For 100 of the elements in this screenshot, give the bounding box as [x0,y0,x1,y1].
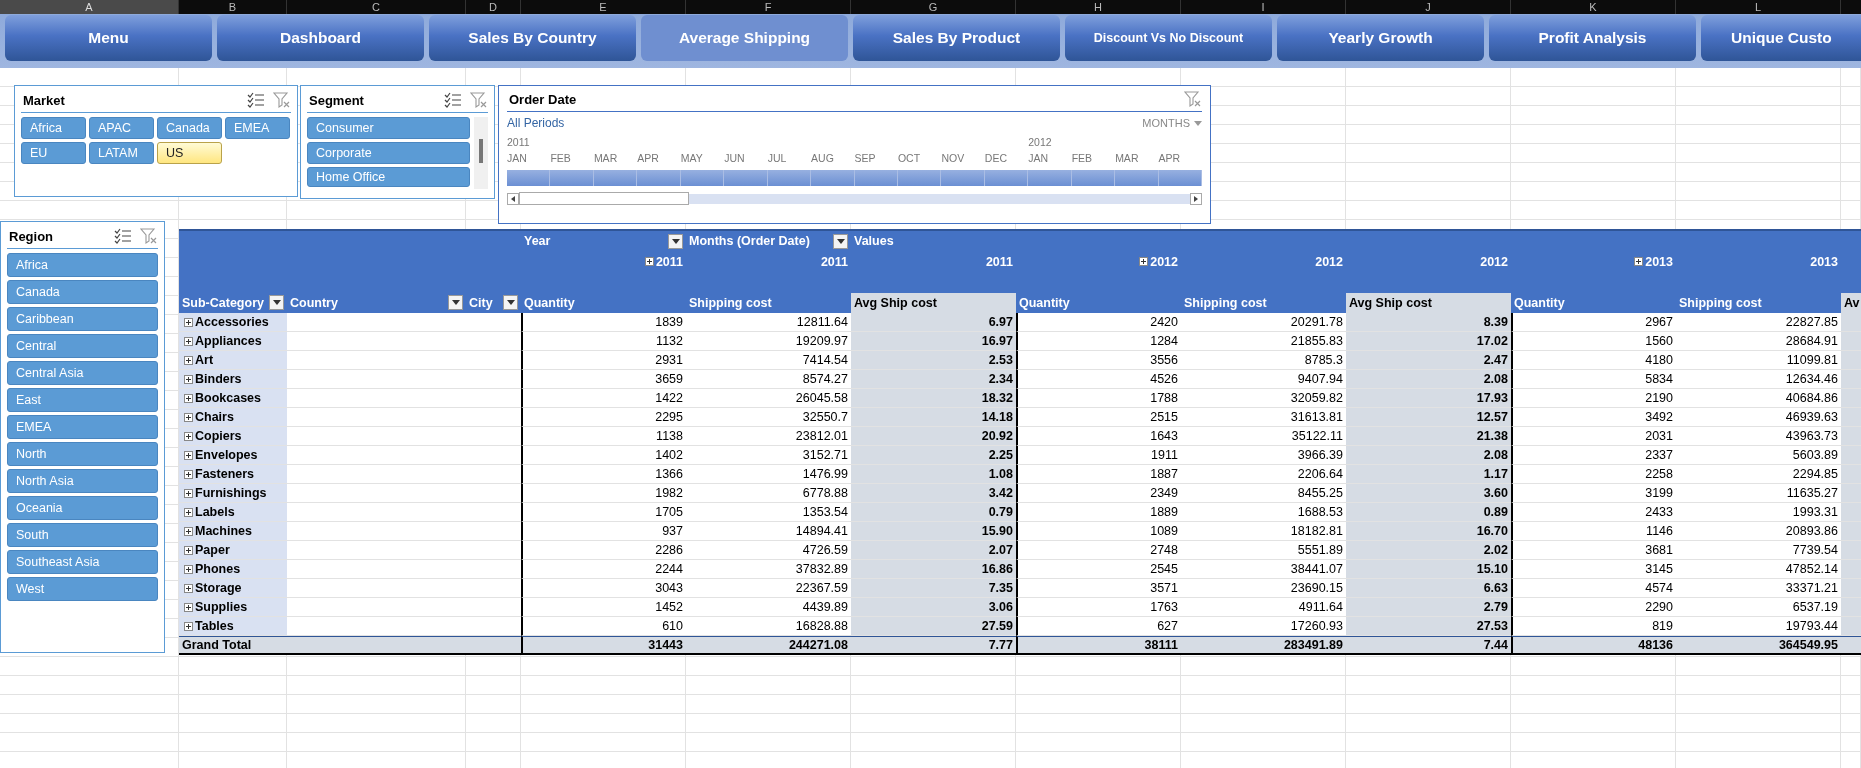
table-cell: 1705 [521,503,686,522]
slicer-item[interactable]: Caribbean [7,307,158,331]
row-label[interactable]: Copiers [195,429,242,443]
table-cell [466,503,521,522]
slicer-item[interactable]: North [7,442,158,466]
expand-icon[interactable] [184,450,193,460]
expand-icon[interactable] [184,507,193,517]
slicer-item[interactable]: Canada [7,280,158,304]
filter-dropdown-button[interactable] [269,295,284,311]
nav-button[interactable]: Menu [5,15,212,61]
row-label[interactable]: Furnishings [195,486,267,500]
caret-icon[interactable] [836,238,845,244]
nav-button[interactable]: Discount Vs No Discount [1065,15,1272,61]
slicer-item[interactable]: East [7,388,158,412]
nav-button[interactable]: Dashboard [217,15,424,61]
expand-icon[interactable] [184,431,193,441]
expand-icon[interactable] [184,374,193,384]
slicer-item[interactable]: Southeast Asia [7,550,158,574]
clear-filter-icon[interactable] [1184,91,1202,107]
time-level-dropdown[interactable]: MONTHS [1142,117,1190,129]
slicer-item[interactable]: APAC [89,117,154,139]
filter-dropdown-button[interactable] [503,295,518,311]
row-label[interactable]: Tables [195,619,234,633]
expand-icon[interactable] [184,583,193,593]
filter-dropdown-button[interactable] [833,233,848,249]
multi-select-icon[interactable] [114,228,132,244]
scrollbar[interactable] [474,117,488,189]
expand-icon[interactable] [184,602,193,612]
slicer-item[interactable]: Corporate [307,142,470,164]
row-label[interactable]: Machines [195,524,252,538]
expand-icon[interactable] [1634,257,1644,267]
nav-button[interactable]: Average Shipping [641,15,848,61]
row-label[interactable]: Bookcases [195,391,261,405]
expand-icon[interactable] [1139,257,1149,267]
slicer-item[interactable]: Oceania [7,496,158,520]
row-label[interactable]: Labels [195,505,235,519]
slicer-item[interactable]: EU [21,142,86,164]
nav-button[interactable]: Unique Custo [1701,15,1861,61]
expand-icon[interactable] [184,317,193,327]
slicer-item[interactable]: Central [7,334,158,358]
slicer-item[interactable]: North Asia [7,469,158,493]
nav-button[interactable]: Profit Analysis [1489,15,1696,61]
slicer-item[interactable]: EMEA [225,117,290,139]
row-label[interactable]: Storage [195,581,242,595]
expand-icon[interactable] [184,393,193,403]
slicer-item[interactable]: LATAM [89,142,154,164]
row-label[interactable]: Fasteners [195,467,255,481]
slicer-item[interactable]: Canada [157,117,222,139]
table-cell: 2433 [1511,503,1676,522]
caret-icon[interactable] [451,300,460,306]
row-label[interactable]: Art [195,353,214,367]
row-label[interactable]: Envelopes [195,448,258,462]
row-label[interactable]: Chairs [195,410,234,424]
row-label[interactable]: Supplies [195,600,248,614]
clear-filter-icon[interactable] [273,92,291,108]
row-label[interactable]: Paper [195,543,230,557]
expand-icon[interactable] [184,336,193,346]
scroll-left-button[interactable] [507,193,519,205]
clear-filter-icon[interactable] [470,92,488,108]
multi-select-icon[interactable] [247,92,265,108]
filter-dropdown-button[interactable] [448,295,463,311]
slicer-item[interactable]: Home Office [307,167,470,187]
expand-icon[interactable] [184,545,193,555]
slicer-item[interactable]: Consumer [307,117,470,139]
month-label: MAR [593,152,618,164]
scroll-right-button[interactable] [1190,193,1202,205]
row-label[interactable]: Binders [195,372,242,386]
slicer-item[interactable]: US [157,142,222,164]
row-label[interactable]: Appliances [195,334,262,348]
month-label: JUN [724,152,745,164]
slicer-item[interactable]: EMEA [7,415,158,439]
slicer-item[interactable]: Central Asia [7,361,158,385]
multi-select-icon[interactable] [444,92,462,108]
nav-button[interactable]: Yearly Growth [1277,15,1484,61]
caret-icon[interactable] [671,238,680,244]
filter-dropdown-button[interactable] [668,233,683,249]
slicer-item[interactable]: South [7,523,158,547]
nav-button[interactable]: Sales By Product [853,15,1060,61]
slicer-item[interactable]: Africa [21,117,86,139]
expand-icon[interactable] [184,355,193,365]
scrollbar[interactable] [519,194,1190,204]
expand-icon[interactable] [184,526,193,536]
nav-button[interactable]: Sales By Country [429,15,636,61]
expand-icon[interactable] [184,469,193,479]
slicer-item[interactable]: West [7,577,158,601]
expand-icon[interactable] [644,257,654,267]
expand-icon[interactable] [184,412,193,422]
caret-icon[interactable] [272,300,281,306]
row-label[interactable]: Phones [195,562,241,576]
table-cell: 2.02 [1346,541,1511,560]
caret-icon[interactable] [506,300,515,306]
table-cell: 22367.59 [686,579,851,598]
expand-icon[interactable] [184,488,193,498]
year-header: 2012 [1480,254,1508,269]
clear-filter-icon[interactable] [140,228,158,244]
row-label[interactable]: Accessories [195,315,269,329]
expand-icon[interactable] [184,621,193,631]
slicer-item[interactable]: Africa [7,253,158,277]
expand-icon[interactable] [184,564,193,574]
table-cell: 6.63 [1346,579,1511,598]
